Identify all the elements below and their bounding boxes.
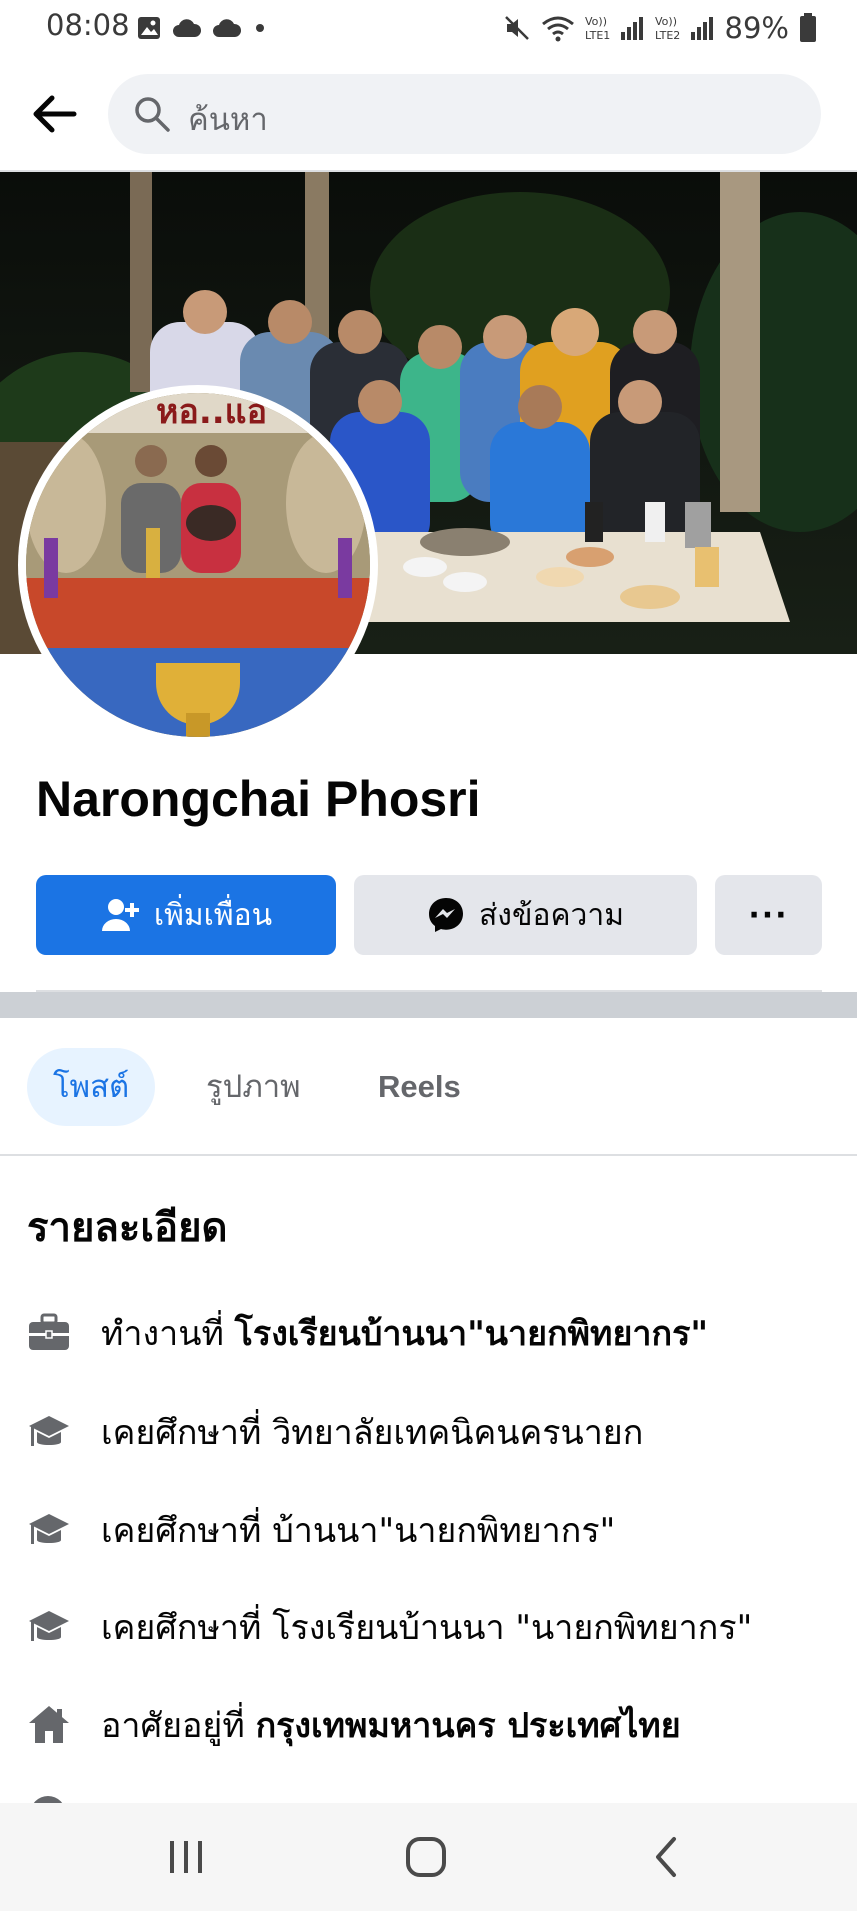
detail-education[interactable]: เคยศึกษาที่ บ้านนา"นายกพิทยากร" xyxy=(27,1500,615,1560)
tab-posts[interactable]: โพสต์ xyxy=(27,1048,156,1126)
battery-percent: 89% xyxy=(724,11,789,45)
detail-prefix: เคยศึกษาที่ xyxy=(101,1608,273,1648)
profile-picture-image: หอ..แอ xyxy=(26,393,370,737)
detail-value[interactable]: โรงเรียนบ้านนา"นายกพิทยากร" xyxy=(235,1314,708,1354)
detail-text: เคยศึกษาที่ โรงเรียนบ้านนา "นายกพิทยากร" xyxy=(101,1600,752,1654)
cloud-icon xyxy=(213,19,242,37)
avatar-banner-text: หอ..แอ xyxy=(156,393,267,432)
back-nav-icon xyxy=(656,1837,676,1877)
back-arrow-icon xyxy=(33,95,77,133)
graduation-cap-icon xyxy=(29,1416,69,1446)
more-dots-icon: ··· xyxy=(748,897,789,933)
detail-value[interactable]: บ้านนา"นายกพิทยากร" xyxy=(272,1511,615,1551)
avatar: หอ..แอ xyxy=(26,393,370,737)
search-placeholder: ค้นหา xyxy=(188,102,268,138)
detail-prefix: เคยศึกษาที่ xyxy=(101,1413,273,1453)
back-nav-button[interactable] xyxy=(636,1829,696,1885)
profile-name: Narongchai Phosri xyxy=(36,771,481,827)
detail-value[interactable]: กรุงเทพมหานคร ประเทศไทย xyxy=(256,1706,681,1746)
home-nav-icon xyxy=(406,1837,446,1877)
detail-prefix: อาศัยอยู่ที่ xyxy=(101,1706,256,1746)
home-nav-button[interactable] xyxy=(396,1829,456,1885)
tab-reels[interactable]: Reels xyxy=(352,1048,487,1126)
detail-text: ทำงานที่ โรงเรียนบ้านนา"นายกพิทยากร" xyxy=(101,1306,708,1360)
add-friend-label: เพิ่มเพื่อน xyxy=(153,897,273,933)
section-separator xyxy=(0,992,857,1018)
cloud-icon xyxy=(173,19,202,37)
mute-icon xyxy=(504,16,529,40)
status-right-icons: Vo)) LTE1 Vo)) LTE2 89% xyxy=(503,8,817,48)
graduation-cap-icon xyxy=(29,1611,69,1641)
wifi-icon xyxy=(541,16,574,42)
lte1-signal-icon: Vo)) LTE1 xyxy=(585,15,643,42)
graduation-cap-icon xyxy=(29,1514,69,1544)
search-input[interactable]: ค้นหา xyxy=(108,74,821,154)
battery-icon xyxy=(800,13,816,42)
detail-work[interactable]: ทำงานที่ โรงเรียนบ้านนา"นายกพิทยากร" xyxy=(27,1303,708,1363)
top-bar: ค้นหา xyxy=(0,56,857,172)
back-button[interactable] xyxy=(26,86,82,142)
lte2-signal-icon: Vo)) LTE2 xyxy=(655,15,713,42)
recent-apps-icon xyxy=(170,1841,202,1873)
status-time: 08:08 xyxy=(46,8,130,42)
detail-value[interactable]: โรงเรียนบ้านนา "นายกพิทยากร" xyxy=(272,1608,752,1648)
detail-education[interactable]: เคยศึกษาที่ โรงเรียนบ้านนา "นายกพิทยากร" xyxy=(27,1597,752,1657)
tab-photos[interactable]: รูปภาพ xyxy=(180,1048,327,1126)
message-button[interactable]: ส่งข้อความ xyxy=(354,875,697,955)
status-left-icons xyxy=(136,10,268,46)
detail-education[interactable]: เคยศึกษาที่ วิทยาลัยเทคนิคนครนายก xyxy=(27,1402,643,1462)
more-options-button[interactable]: ··· xyxy=(715,875,822,955)
status-bar: 08:08 Vo)) LTE1 Vo)) LTE2 89% xyxy=(0,0,857,56)
messenger-icon xyxy=(428,898,463,932)
briefcase-icon xyxy=(29,1313,69,1350)
add-friend-icon xyxy=(101,899,139,931)
lte2-label: Vo)) xyxy=(655,15,677,28)
detail-text: เคยศึกษาที่ วิทยาลัยเทคนิคนครนายก xyxy=(101,1405,643,1459)
detail-current-city[interactable]: อาศัยอยู่ที่ กรุงเทพมหานคร ประเทศไทย xyxy=(27,1695,681,1755)
detail-prefix: เคยศึกษาที่ xyxy=(101,1511,273,1551)
detail-prefix: ทำงานที่ xyxy=(101,1314,235,1354)
profile-tabs: โพสต์ รูปภาพ Reels xyxy=(0,1018,857,1156)
profile-picture-frame[interactable]: หอ..แอ xyxy=(18,385,378,745)
dot-icon xyxy=(256,24,264,32)
search-icon xyxy=(135,97,170,132)
details-title: รายละเอียด xyxy=(27,1205,228,1251)
detail-text: เคยศึกษาที่ บ้านนา"นายกพิทยากร" xyxy=(101,1503,615,1557)
gallery-icon xyxy=(138,17,160,39)
lte1-label-2: LTE1 xyxy=(585,29,610,42)
detail-value[interactable]: วิทยาลัยเทคนิคนครนายก xyxy=(272,1413,643,1453)
add-friend-button[interactable]: เพิ่มเพื่อน xyxy=(36,875,336,955)
message-label: ส่งข้อความ xyxy=(478,897,625,933)
detail-text: อาศัยอยู่ที่ กรุงเทพมหานคร ประเทศไทย xyxy=(101,1698,681,1752)
home-icon xyxy=(29,1706,69,1743)
recent-apps-button[interactable] xyxy=(156,1829,216,1885)
lte1-label: Vo)) xyxy=(585,15,607,28)
system-nav-bar xyxy=(0,1803,857,1911)
lte2-label-2: LTE2 xyxy=(655,29,680,42)
